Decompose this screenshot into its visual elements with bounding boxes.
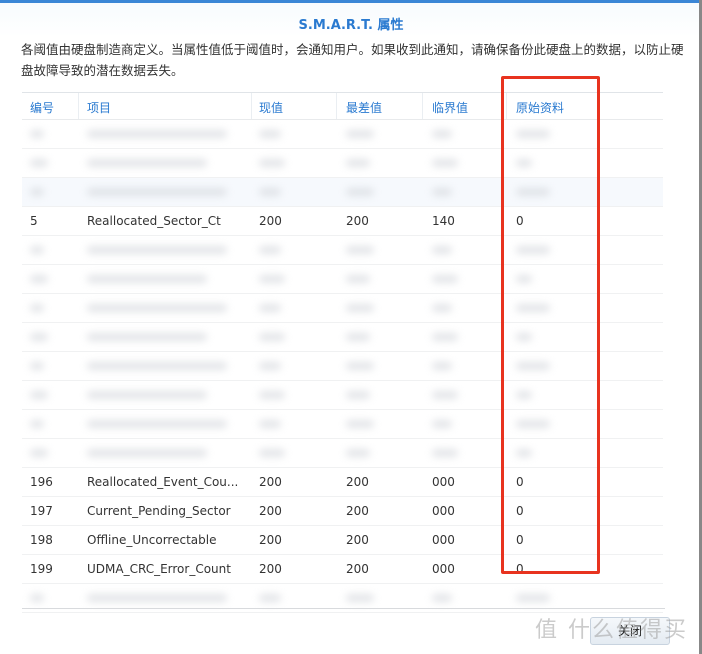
dialog-title: S.M.A.R.T. 属性: [298, 18, 404, 33]
redacted-cell: [259, 362, 281, 370]
redacted-cell: [346, 420, 374, 428]
redacted-cell: [87, 304, 227, 312]
redacted-cell: [432, 246, 452, 254]
redacted-cell: [87, 159, 207, 167]
cell-threshold: 000: [432, 562, 455, 576]
cell-name: Reallocated_Event_Cou...: [87, 475, 239, 489]
highlight-box: [501, 76, 600, 574]
redacted-cell: [30, 594, 44, 602]
redacted-cell: [30, 449, 48, 457]
redacted-cell: [516, 594, 550, 602]
cell-value: 200: [259, 475, 282, 489]
cell-value: 200: [259, 214, 282, 228]
cell-id: 196: [30, 475, 53, 489]
redacted-cell: [30, 246, 44, 254]
redacted-cell: [432, 362, 452, 370]
redacted-cell: [432, 391, 458, 399]
redacted-cell: [30, 304, 44, 312]
cell-worst: 200: [346, 533, 369, 547]
redacted-cell: [259, 188, 281, 196]
cell-worst: 200: [346, 475, 369, 489]
header-id[interactable]: 编号: [30, 99, 54, 116]
redacted-cell: [432, 275, 458, 283]
cell-threshold: 140: [432, 214, 455, 228]
redacted-cell: [432, 130, 452, 138]
redacted-cell: [346, 246, 374, 254]
cell-name: Current_Pending_Sector: [87, 504, 231, 518]
footer-divider: [22, 608, 665, 609]
cell-id: 198: [30, 533, 53, 547]
redacted-cell: [30, 188, 44, 196]
redacted-cell: [87, 449, 207, 457]
redacted-cell: [259, 130, 281, 138]
redacted-cell: [259, 333, 285, 341]
redacted-cell: [346, 391, 370, 399]
redacted-cell: [259, 275, 285, 283]
header-value[interactable]: 现值: [259, 99, 283, 116]
redacted-cell: [346, 188, 374, 196]
redacted-cell: [346, 159, 370, 167]
redacted-cell: [30, 362, 44, 370]
header-worst[interactable]: 最差值: [346, 99, 382, 116]
redacted-cell: [259, 391, 285, 399]
redacted-cell: [30, 130, 44, 138]
redacted-cell: [432, 333, 458, 341]
redacted-cell: [346, 333, 370, 341]
header-threshold[interactable]: 临界值: [432, 99, 468, 116]
redacted-cell: [432, 449, 458, 457]
cell-name: UDMA_CRC_Error_Count: [87, 562, 231, 576]
redacted-cell: [30, 275, 48, 283]
redacted-cell: [259, 449, 285, 457]
cell-threshold: 000: [432, 533, 455, 547]
redacted-cell: [346, 362, 374, 370]
redacted-cell: [259, 594, 281, 602]
redacted-cell: [432, 188, 452, 196]
dialog-description: 各阈值由硬盘制造商定义。当属性值低于阈值时，会通知用户。如果收到此通知，请确保备…: [21, 42, 684, 78]
redacted-cell: [87, 362, 227, 370]
header-name[interactable]: 项目: [87, 99, 111, 116]
cell-value: 200: [259, 533, 282, 547]
redacted-cell: [432, 420, 452, 428]
cell-threshold: 000: [432, 475, 455, 489]
redacted-cell: [259, 246, 281, 254]
redacted-cell: [259, 159, 285, 167]
redacted-cell: [30, 420, 44, 428]
cell-worst: 200: [346, 214, 369, 228]
cell-worst: 200: [346, 504, 369, 518]
watermark-logo: 值 什么值得买: [535, 618, 688, 643]
redacted-cell: [432, 159, 458, 167]
cell-threshold: 000: [432, 504, 455, 518]
redacted-cell: [259, 304, 281, 312]
redacted-cell: [346, 449, 370, 457]
cell-worst: 200: [346, 562, 369, 576]
redacted-cell: [87, 130, 227, 138]
redacted-cell: [30, 333, 48, 341]
redacted-cell: [87, 594, 227, 602]
redacted-cell: [87, 391, 207, 399]
redacted-cell: [346, 130, 374, 138]
redacted-cell: [30, 391, 48, 399]
cell-id: 197: [30, 504, 53, 518]
redacted-cell: [432, 594, 452, 602]
redacted-cell: [432, 304, 452, 312]
cell-value: 200: [259, 504, 282, 518]
redacted-cell: [87, 420, 227, 428]
cell-id: 199: [30, 562, 53, 576]
redacted-cell: [87, 275, 207, 283]
cell-id: 5: [30, 214, 38, 228]
redacted-cell: [346, 594, 374, 602]
redacted-cell: [87, 333, 207, 341]
dialog-header: S.M.A.R.T. 属性: [0, 3, 702, 37]
redacted-cell: [87, 188, 227, 196]
redacted-cell: [259, 420, 281, 428]
cell-value: 200: [259, 562, 282, 576]
redacted-cell: [30, 159, 48, 167]
cell-name: Reallocated_Sector_Ct: [87, 214, 221, 228]
redacted-cell: [87, 246, 227, 254]
redacted-cell: [346, 304, 374, 312]
redacted-cell: [346, 275, 370, 283]
cell-name: Offline_Uncorrectable: [87, 533, 217, 547]
